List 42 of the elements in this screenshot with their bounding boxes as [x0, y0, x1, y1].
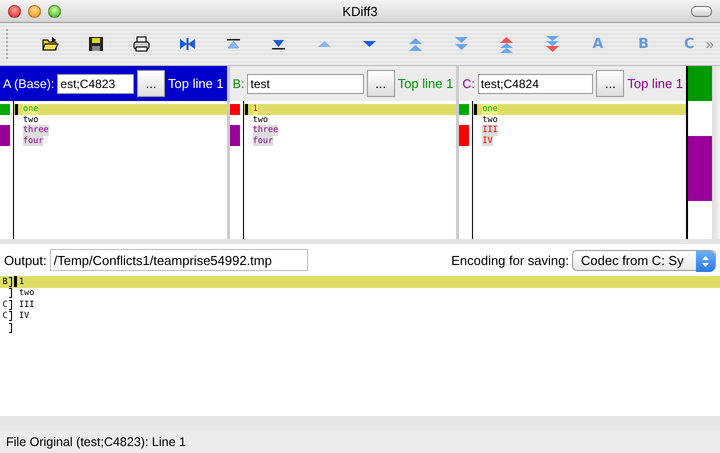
- file-path-field[interactable]: test;C4824: [478, 74, 594, 94]
- browse-button[interactable]: ...: [366, 70, 395, 97]
- printer-icon: [133, 36, 150, 52]
- overview-bar[interactable]: [686, 66, 712, 239]
- browse-button[interactable]: ...: [137, 70, 166, 97]
- source-marker: C: [1, 300, 9, 310]
- toolbar-toggle-button[interactable]: [691, 6, 712, 16]
- code-line: two: [19, 288, 34, 298]
- double-down-icon: [452, 36, 470, 52]
- top-line-label: Top line 1: [627, 76, 684, 91]
- source-marker: C: [1, 311, 9, 322]
- triple-up-icon: [498, 36, 516, 52]
- pane-label: A (Base):: [3, 76, 54, 90]
- code-line: two: [23, 114, 38, 125]
- code-line: IV: [19, 311, 30, 322]
- source-marker: B: [1, 276, 9, 287]
- file-path-field[interactable]: test: [247, 74, 364, 94]
- zoom-button[interactable]: [48, 4, 61, 18]
- code-line: 1: [19, 276, 24, 287]
- folder-icon: [42, 36, 60, 52]
- status-text: File Original (test;C4823): Line 1: [6, 434, 186, 448]
- top-line-label: Top line 1: [398, 76, 454, 91]
- pane-label: B:: [232, 76, 244, 90]
- triple-down-icon: [544, 36, 561, 52]
- dropdown-arrows-icon: [696, 250, 715, 272]
- encoding-dropdown[interactable]: Codec from C: Sy: [572, 250, 716, 270]
- double-up-icon: [407, 36, 424, 52]
- code-line: two: [252, 114, 268, 125]
- top-line-label: Top line 1: [168, 76, 224, 91]
- code-line: III: [19, 300, 34, 310]
- output-path-field[interactable]: /Temp/Conflicts1/teamprise54992.tmp: [50, 249, 308, 271]
- code-line: two: [482, 114, 498, 125]
- close-button[interactable]: [8, 4, 21, 18]
- file-path-field[interactable]: est;C4823: [57, 74, 134, 94]
- window-title: KDiff3: [342, 4, 378, 18]
- scrollbar[interactable]: [712, 66, 720, 239]
- minimize-button[interactable]: [28, 4, 41, 18]
- pane-label: C:: [462, 76, 475, 90]
- browse-button[interactable]: ...: [596, 70, 624, 97]
- bowtie-icon: [179, 36, 196, 52]
- output-label: Output:: [4, 252, 47, 268]
- encoding-label: Encoding for saving:: [451, 252, 569, 268]
